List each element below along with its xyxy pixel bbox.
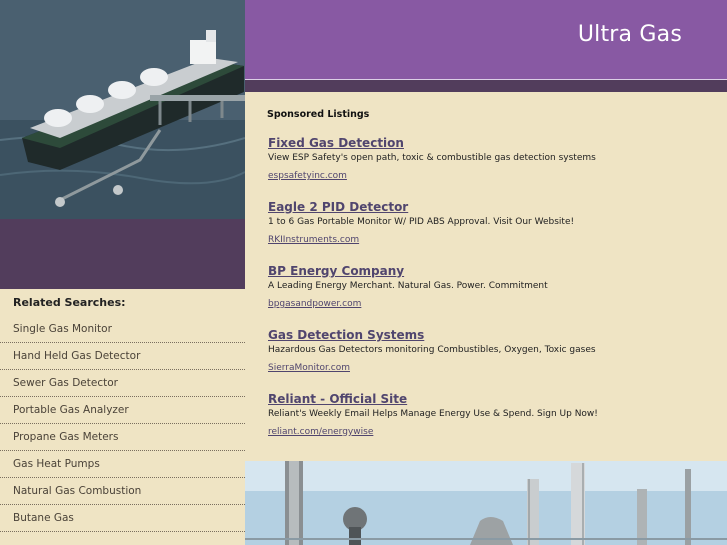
listing-title-link[interactable]: BP Energy Company: [268, 264, 718, 278]
listing-title-link[interactable]: Gas Detection Systems: [268, 328, 718, 342]
related-searches-list: Single Gas Monitor Hand Held Gas Detecto…: [0, 316, 245, 532]
listing-title-link[interactable]: Fixed Gas Detection: [268, 136, 718, 150]
related-search-link[interactable]: Natural Gas Combustion: [0, 478, 245, 505]
left-decorative-band: [0, 219, 245, 289]
left-column: Related Searches: Single Gas Monitor Han…: [0, 0, 245, 545]
listing-title-link[interactable]: Reliant - Official Site: [268, 392, 718, 406]
related-search-link[interactable]: Sewer Gas Detector: [0, 370, 245, 397]
hero-tanker-image: [0, 0, 245, 219]
listing-url-link[interactable]: espsafetyinc.com: [268, 171, 347, 181]
site-header: Ultra Gas: [245, 0, 727, 79]
listing-description: View ESP Safety's open path, toxic & com…: [268, 153, 596, 163]
listing-url-link[interactable]: bpgasandpower.com: [268, 299, 361, 309]
related-search-link[interactable]: Butane Gas: [0, 505, 245, 532]
listing-description: 1 to 6 Gas Portable Monitor W/ PID ABS A…: [268, 217, 575, 227]
header-sub-band: [245, 80, 727, 92]
listing-url-link[interactable]: RKIInstruments.com: [268, 235, 359, 245]
listing-description: Reliant's Weekly Email Helps Manage Ener…: [268, 409, 598, 419]
listing-title-link[interactable]: Eagle 2 PID Detector: [268, 200, 718, 214]
sponsored-listing: Eagle 2 PID Detector 1 to 6 Gas Portable…: [268, 200, 718, 246]
related-search-link[interactable]: Single Gas Monitor: [0, 316, 245, 343]
related-search-link[interactable]: Gas Heat Pumps: [0, 451, 245, 478]
listing-url-link[interactable]: reliant.com/energywise: [268, 427, 373, 437]
sponsored-listing: BP Energy Company A Leading Energy Merch…: [268, 264, 718, 310]
related-searches-heading: Related Searches:: [13, 296, 126, 309]
tanker-ship-illustration: [0, 0, 245, 219]
sponsored-heading: Sponsored Listings: [267, 109, 370, 120]
listing-url-link[interactable]: SierraMonitor.com: [268, 363, 350, 373]
site-title[interactable]: Ultra Gas: [578, 22, 682, 47]
related-search-link[interactable]: Hand Held Gas Detector: [0, 343, 245, 370]
gas-plant-image: [245, 461, 727, 545]
related-searches: Related Searches: Single Gas Monitor Han…: [0, 289, 245, 545]
sponsored-listing: Reliant - Official Site Reliant's Weekly…: [268, 392, 718, 438]
listing-description: A Leading Energy Merchant. Natural Gas. …: [268, 281, 548, 291]
sponsored-listing: Gas Detection Systems Hazardous Gas Dete…: [268, 328, 718, 374]
gas-plant-illustration: [245, 461, 727, 545]
listing-description: Hazardous Gas Detectors monitoring Combu…: [268, 345, 596, 355]
sponsored-listing: Fixed Gas Detection View ESP Safety's op…: [268, 136, 718, 182]
related-search-link[interactable]: Propane Gas Meters: [0, 424, 245, 451]
sponsored-listings: Sponsored Listings Fixed Gas Detection V…: [245, 92, 727, 461]
related-search-link[interactable]: Portable Gas Analyzer: [0, 397, 245, 424]
